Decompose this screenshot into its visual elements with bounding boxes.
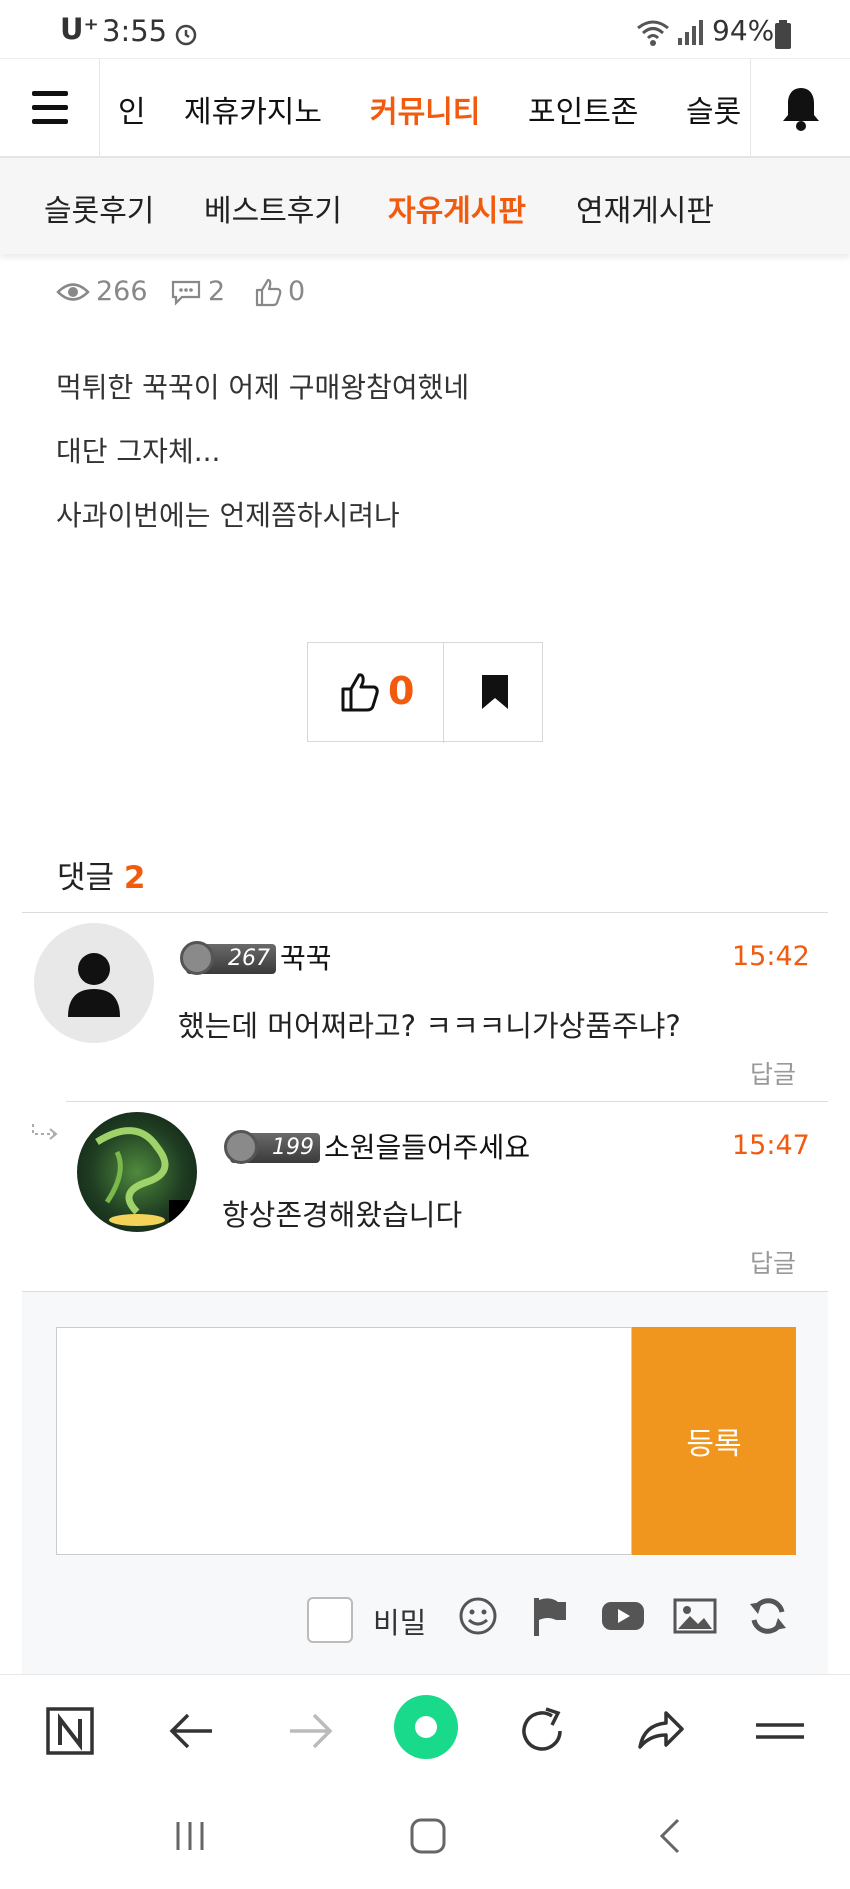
bell-icon: [783, 88, 819, 131]
alarm-icon: [175, 24, 197, 46]
default-user-icon: [68, 953, 120, 1017]
post-actions: 0: [307, 642, 544, 743]
level-badge: 199: [224, 1130, 320, 1164]
top-nav-track: 인 제휴카지노 커뮤니티 포인트존 슬롯: [100, 59, 752, 159]
avatar[interactable]: [34, 923, 154, 1043]
nav-item-community[interactable]: 커뮤니티: [370, 87, 480, 131]
comment-time: 15:47: [732, 1130, 810, 1161]
notification-button[interactable]: [750, 59, 850, 159]
subnav-serial-board[interactable]: 연재게시판: [576, 186, 714, 230]
battery-percentage: 94%: [712, 14, 775, 47]
thumbs-up-icon: [255, 278, 282, 306]
thumbs-up-icon: [341, 673, 379, 712]
comment-text: 항상존경해왔습니다: [222, 1198, 463, 1232]
nav-item-casino[interactable]: 제휴카지노: [184, 87, 322, 131]
nav-item-slot[interactable]: 슬롯: [686, 87, 741, 131]
avatar[interactable]: [77, 1112, 197, 1232]
speech-bubble-icon: [171, 280, 201, 306]
secret-label: 비밀: [373, 1606, 427, 1640]
signal-icon: [678, 20, 703, 45]
post-line-2: 대단 그자체...: [56, 435, 221, 468]
recent-apps-icon[interactable]: [170, 1816, 210, 1856]
view-count: 266: [56, 276, 148, 307]
comment-text: 했는데 머어쩌라고? ㅋㅋㅋ니가상품주냐?: [178, 1009, 681, 1043]
system-back-icon[interactable]: [650, 1816, 690, 1856]
post-line-1: 먹튀한 꾹꾹이 어제 구매왕참여했네: [56, 371, 470, 404]
view-count-value: 266: [96, 276, 148, 307]
like-stat: 0: [254, 276, 305, 307]
youtube-icon[interactable]: [600, 1594, 646, 1638]
sub-navigation: 슬롯후기 베스트후기 자유게시판 연재게시판: [0, 158, 850, 254]
nav-item-partial[interactable]: 인: [118, 87, 146, 131]
browser-toolbar: [0, 1674, 850, 1784]
comment-count: 2: [170, 276, 225, 307]
menu-button[interactable]: [0, 59, 100, 159]
post-line-3: 사과이번에는 언제쯤하시려나: [56, 499, 400, 532]
battery-icon: [775, 20, 791, 49]
reply-button[interactable]: 답글: [750, 1244, 796, 1280]
menu-lines-icon[interactable]: [750, 1701, 810, 1761]
carrier-label: U⁺: [60, 12, 99, 46]
back-arrow-icon[interactable]: [162, 1701, 222, 1761]
submit-button[interactable]: 등록: [632, 1327, 796, 1555]
like-stat-value: 0: [288, 276, 306, 307]
comment-textarea[interactable]: [56, 1327, 632, 1555]
like-button[interactable]: 0: [308, 643, 444, 743]
comment-item: 199 소원을들어주세요 15:47 항상존경해왔습니다 답글: [22, 1102, 828, 1290]
system-navigation-bar: [0, 1784, 850, 1889]
status-time: 3:55: [102, 14, 168, 48]
image-icon[interactable]: [672, 1594, 718, 1638]
share-icon[interactable]: [630, 1701, 690, 1761]
home-icon[interactable]: [408, 1816, 448, 1856]
level-gem-icon: [180, 941, 214, 975]
comment-item: 267 꾹꾹 15:42 했는데 머어쩌라고? ㅋㅋㅋ니가상품주냐? 답글: [22, 913, 828, 1101]
subnav-best-review[interactable]: 베스트후기: [204, 186, 342, 230]
emoji-icon[interactable]: [456, 1594, 500, 1638]
secret-checkbox[interactable]: [307, 1597, 353, 1643]
forward-arrow-icon[interactable]: [280, 1701, 340, 1761]
comments-label: 댓글: [57, 860, 115, 896]
level-gem-icon: [224, 1130, 258, 1164]
refresh-icon[interactable]: [746, 1594, 790, 1638]
bookmark-icon: [482, 675, 508, 709]
nav-item-pointzone[interactable]: 포인트존: [528, 87, 638, 131]
naver-home-icon[interactable]: [40, 1701, 100, 1761]
subnav-slot-review[interactable]: 슬롯후기: [44, 186, 154, 230]
reply-button[interactable]: 답글: [750, 1055, 796, 1091]
comment-author[interactable]: 소원을들어주세요: [324, 1126, 530, 1166]
comments-title: 댓글 2: [57, 852, 145, 897]
comment-time: 15:42: [732, 941, 810, 972]
comments-count: 2: [123, 860, 146, 896]
green-dot-icon[interactable]: [392, 1693, 460, 1761]
eye-icon: [56, 282, 90, 301]
top-navigation: 인 제휴카지노 커뮤니티 포인트존 슬롯: [0, 58, 850, 159]
subnav-free-board[interactable]: 자유게시판: [388, 186, 526, 230]
reload-icon[interactable]: [512, 1701, 572, 1761]
comment-count-value: 2: [208, 276, 226, 307]
bookmark-button[interactable]: [444, 643, 544, 743]
wifi-icon: [637, 20, 669, 46]
level-badge: 267: [180, 941, 276, 975]
flag-icon[interactable]: [528, 1594, 572, 1638]
comment-author[interactable]: 꾹꾹: [280, 937, 332, 977]
dragon-image: [95, 1127, 197, 1232]
reply-arrow-icon: [32, 1124, 58, 1140]
like-count: 0: [388, 669, 415, 713]
status-bar: U⁺ 3:55 94%: [0, 0, 850, 58]
